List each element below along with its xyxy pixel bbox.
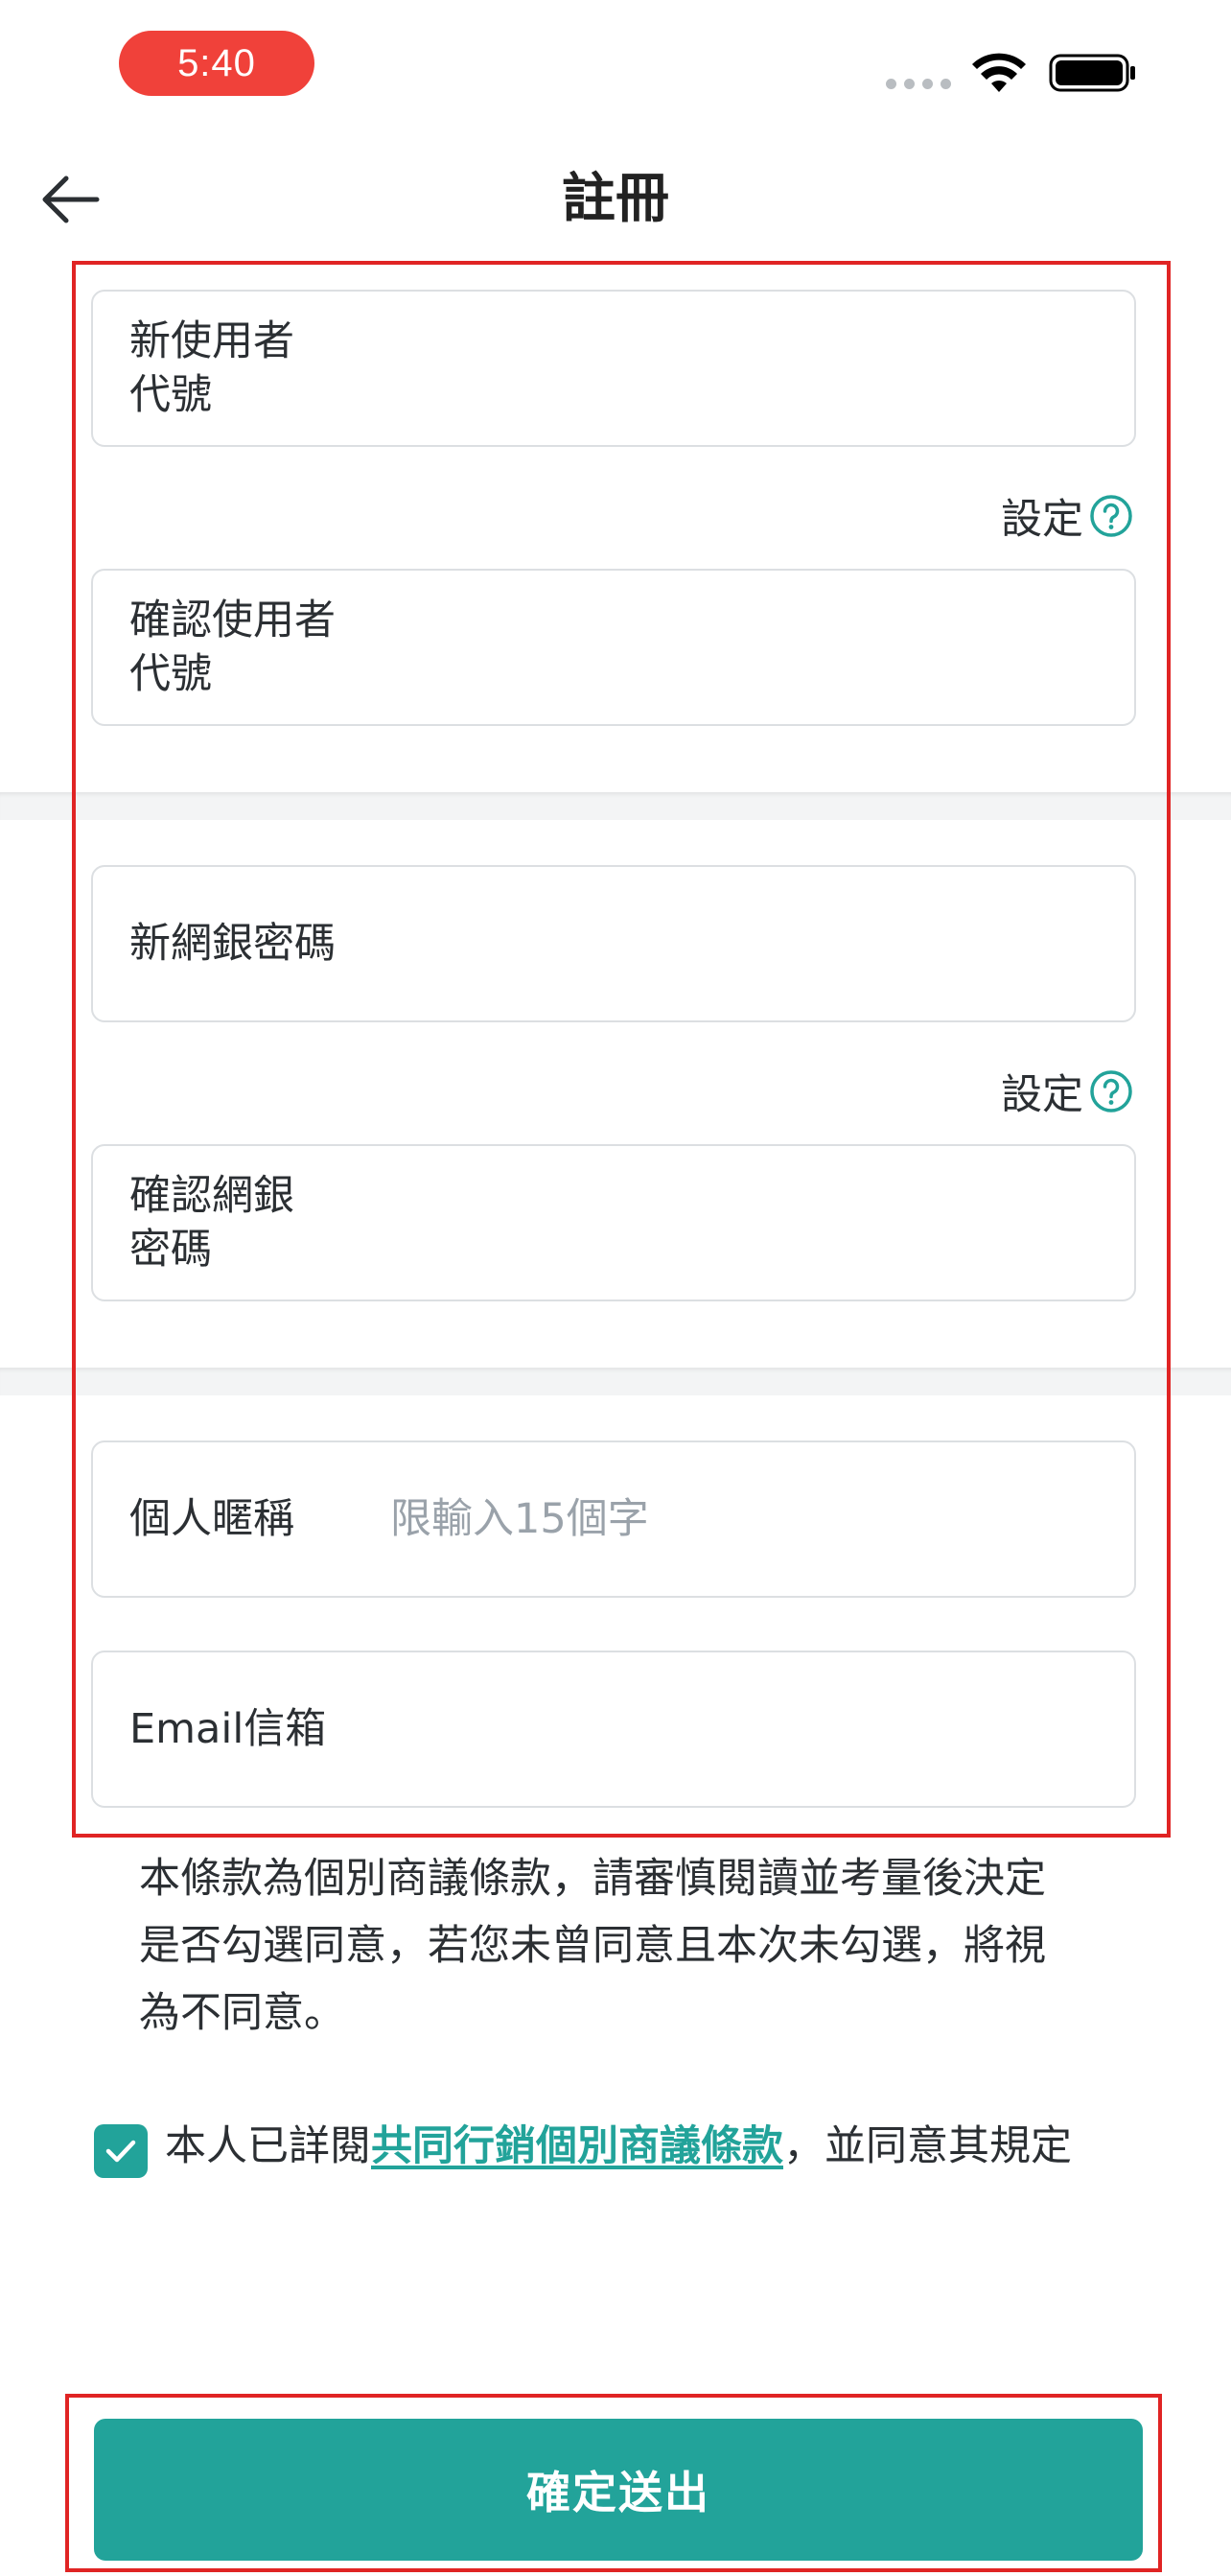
check-icon — [105, 2140, 136, 2163]
section-divider — [0, 792, 1231, 820]
status-time: 5:40 — [119, 31, 314, 96]
agree-prefix: 本人已詳閱 — [165, 2122, 371, 2170]
new-user-id-input[interactable] — [360, 340, 1134, 397]
agree-suffix: ，並同意其規定 — [783, 2122, 1072, 2170]
password-setting-label: 設定 — [1001, 1071, 1083, 1119]
nickname-label: 個人暱稱 — [129, 1495, 294, 1543]
agree-text: 本人已詳閱共同行銷個別商議條款，並同意其規定 — [165, 2115, 1072, 2178]
confirm-user-id-field[interactable]: 確認使用者 代號 — [91, 569, 1136, 726]
terms-notice: 本條款為個別商議條款，請審慎閱讀並考量後決定是否勾選同意，若您未曾同意且本次未勾… — [139, 1855, 1046, 2037]
wifi-icon — [972, 53, 1026, 92]
cellular-signal-icon — [886, 79, 951, 89]
question-circle-icon — [1090, 1070, 1132, 1112]
confirm-user-id-label: 確認使用者 代號 — [129, 597, 336, 698]
new-user-id-label: 新使用者 代號 — [129, 317, 294, 419]
question-circle-icon — [1090, 495, 1132, 537]
email-field[interactable]: Email信箱 — [91, 1651, 1136, 1808]
agree-checkbox[interactable] — [94, 2124, 148, 2178]
nickname-input[interactable] — [390, 1490, 1134, 1548]
new-password-input[interactable] — [355, 915, 1134, 972]
nickname-field[interactable]: 個人暱稱 — [91, 1440, 1136, 1598]
confirm-user-id-input[interactable] — [369, 619, 1134, 676]
new-user-id-field[interactable]: 新使用者 代號 — [91, 290, 1136, 447]
email-label: Email信箱 — [129, 1705, 327, 1753]
user-id-setting-label: 設定 — [1001, 496, 1083, 544]
password-setting-help[interactable]: 設定 — [1001, 1063, 1133, 1120]
agree-terms-row[interactable]: 本人已詳閱共同行銷個別商議條款，並同意其規定 — [94, 2115, 1110, 2178]
page-title: 註冊 — [562, 168, 669, 230]
confirm-password-input[interactable] — [360, 1194, 1134, 1252]
submit-button[interactable]: 確定送出 — [94, 2419, 1143, 2561]
new-password-field[interactable]: 新網銀密碼 — [91, 865, 1136, 1022]
new-password-label: 新網銀密碼 — [129, 920, 336, 968]
user-id-setting-help[interactable]: 設定 — [1001, 487, 1133, 545]
confirm-password-label: 確認網銀 密碼 — [129, 1172, 294, 1274]
email-input[interactable] — [345, 1700, 1134, 1758]
section-divider — [0, 1368, 1231, 1395]
battery-icon — [1049, 54, 1135, 92]
confirm-password-field[interactable]: 確認網銀 密碼 — [91, 1144, 1136, 1301]
terms-link[interactable]: 共同行銷個別商議條款 — [371, 2122, 783, 2170]
